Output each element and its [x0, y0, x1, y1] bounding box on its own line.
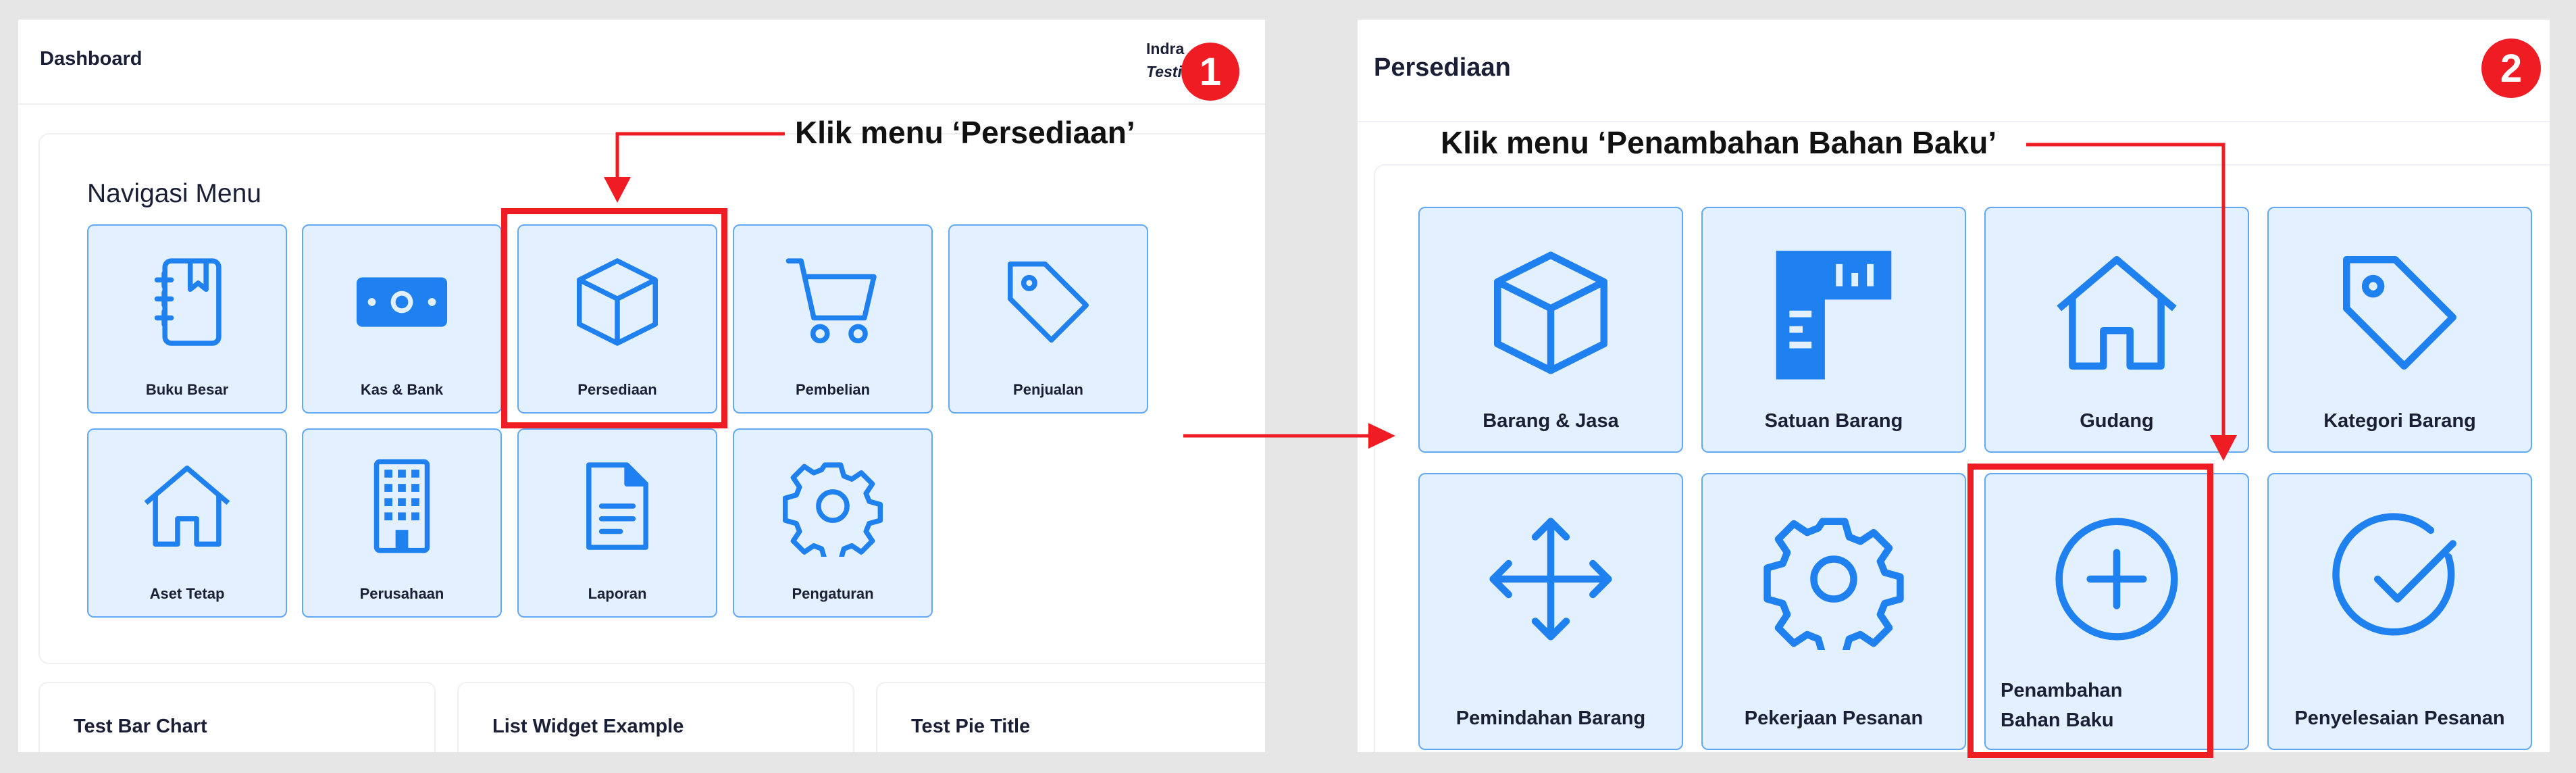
- arrow-to-persediaan: [615, 132, 785, 180]
- arrow-head: [1368, 423, 1395, 449]
- annotation-arrows: [604, 132, 2237, 461]
- arrow-to-penambahan: [2026, 143, 2225, 438]
- arrow-head: [604, 177, 631, 203]
- arrow-head: [2210, 435, 2237, 461]
